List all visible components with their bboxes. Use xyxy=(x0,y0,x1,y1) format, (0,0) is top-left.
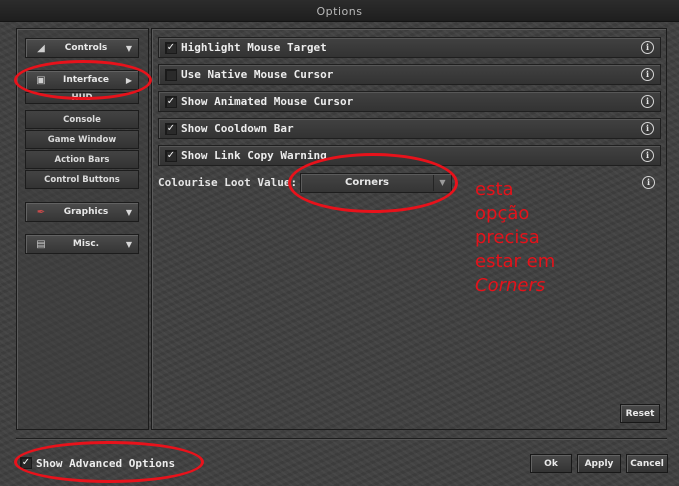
loot-value-dropdown[interactable]: Corners ▼ xyxy=(300,172,452,193)
loot-label: Colourise Loot Value: xyxy=(158,176,298,189)
sidebar-item-game-window[interactable]: Game Window xyxy=(25,130,139,149)
checkbox[interactable]: ✓ xyxy=(165,122,177,135)
reset-button[interactable]: Reset xyxy=(620,404,660,423)
scroll-icon: ▤ xyxy=(36,238,46,250)
option-show-animated-mouse-cursor[interactable]: ✓ Show Animated Mouse Cursor i xyxy=(158,91,661,112)
sidebar-item-label: Game Window xyxy=(47,134,117,145)
category-interface[interactable]: ▣ Interface ▶ xyxy=(25,70,139,90)
interface-icon: ▣ xyxy=(36,74,46,86)
info-icon[interactable]: i xyxy=(642,176,655,189)
option-label: Use Native Mouse Cursor xyxy=(181,68,334,81)
category-graphics[interactable]: ✒ Graphics ▼ xyxy=(25,202,139,222)
info-icon[interactable]: i xyxy=(641,122,654,135)
info-icon[interactable]: i xyxy=(641,95,654,108)
category-label: Controls xyxy=(64,43,108,53)
sidebar-item-control-buttons[interactable]: Control Buttons xyxy=(25,170,139,189)
window-title: Options xyxy=(316,5,363,18)
option-label: Show Animated Mouse Cursor xyxy=(181,95,354,108)
category-misc[interactable]: ▤ Misc. ▼ xyxy=(25,234,139,254)
sidebar-item-label: Action Bars xyxy=(54,154,110,165)
option-use-native-mouse-cursor[interactable]: Use Native Mouse Cursor i xyxy=(158,64,661,85)
sidebar-item-action-bars[interactable]: Action Bars xyxy=(25,150,139,169)
annotation-note: esta opção precisa estar em Corners xyxy=(475,178,605,298)
category-label: Misc. xyxy=(72,239,100,249)
option-label: Show Cooldown Bar xyxy=(181,122,294,135)
controls-icon: ◢ xyxy=(37,42,45,54)
chevron-down-icon: ▼ xyxy=(433,174,451,191)
category-label: Graphics xyxy=(63,207,109,217)
sidebar-item-console[interactable]: Console xyxy=(25,110,139,129)
brush-icon: ✒ xyxy=(36,206,46,218)
option-show-link-copy-warning[interactable]: ✓ Show Link Copy Warning i xyxy=(158,145,661,166)
apply-button[interactable]: Apply xyxy=(577,454,621,473)
category-label: Interface xyxy=(62,75,110,85)
cancel-button[interactable]: Cancel xyxy=(626,454,668,473)
advanced-label: Show Advanced Options xyxy=(36,456,176,470)
option-show-cooldown-bar[interactable]: ✓ Show Cooldown Bar i xyxy=(158,118,661,139)
title-bar[interactable]: Options xyxy=(0,0,679,22)
note-line: opção xyxy=(475,203,530,224)
info-icon[interactable]: i xyxy=(641,149,654,162)
note-line: esta xyxy=(475,179,514,200)
chevron-down-icon: ▼ xyxy=(125,239,133,249)
checkbox[interactable]: ✓ xyxy=(165,41,177,54)
checkbox[interactable]: ✓ xyxy=(20,457,32,469)
ok-button[interactable]: Ok xyxy=(530,454,572,473)
category-controls[interactable]: ◢ Controls ▼ xyxy=(25,38,139,58)
category-sidebar: ◢ Controls ▼ ▣ Interface ▶ HUD Console G… xyxy=(16,28,149,430)
checkbox[interactable]: ✓ xyxy=(165,95,177,108)
divider xyxy=(16,438,667,439)
checkbox[interactable] xyxy=(165,68,177,81)
note-line: precisa xyxy=(475,227,540,248)
dropdown-value: Corners xyxy=(345,177,389,188)
option-highlight-mouse-target[interactable]: ✓ Highlight Mouse Target i xyxy=(158,37,661,58)
note-line: estar em xyxy=(475,251,556,272)
chevron-down-icon: ▼ xyxy=(125,207,133,217)
option-label: Show Link Copy Warning xyxy=(181,149,327,162)
options-window: Options ◢ Controls ▼ ▣ Interface ▶ HUD C… xyxy=(0,0,679,486)
chevron-down-icon: ▼ xyxy=(125,43,133,53)
info-icon[interactable]: i xyxy=(641,41,654,54)
sidebar-item-label: Control Buttons xyxy=(44,174,120,185)
info-icon[interactable]: i xyxy=(641,68,654,81)
checkbox[interactable]: ✓ xyxy=(165,149,177,162)
option-label: Highlight Mouse Target xyxy=(181,41,327,54)
sidebar-item-label: HUD xyxy=(71,93,93,103)
chevron-right-icon: ▶ xyxy=(125,75,133,85)
sidebar-item-label: Console xyxy=(63,114,101,125)
show-advanced-options[interactable]: ✓ Show Advanced Options xyxy=(20,455,175,471)
sidebar-item-hud[interactable]: HUD xyxy=(25,92,139,104)
note-emphasis: Corners xyxy=(475,275,546,296)
